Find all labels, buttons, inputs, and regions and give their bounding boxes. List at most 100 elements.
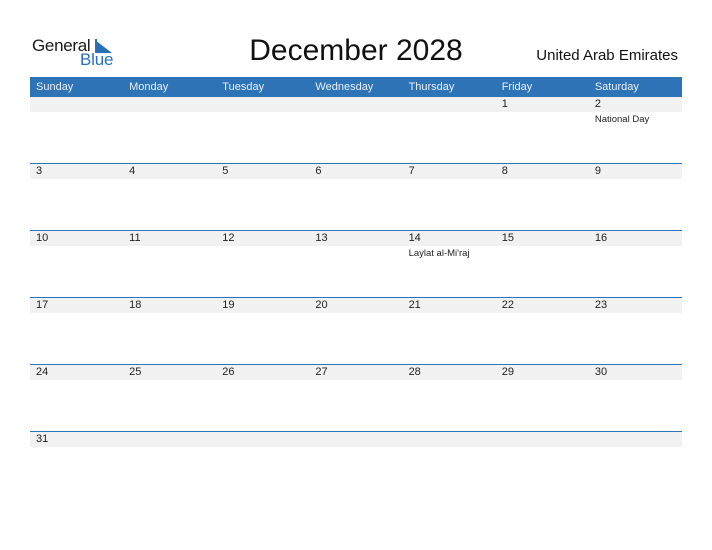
day-event [309, 313, 402, 315]
event-row [30, 179, 682, 181]
event-row [30, 380, 682, 382]
weekday-wednesday: Wednesday [315, 81, 374, 93]
day-event [496, 112, 589, 125]
day-number: 2 [594, 98, 601, 110]
country-name: United Arab Emirates [536, 47, 678, 64]
day-number: 25 [129, 366, 142, 378]
week-row: 31 [30, 431, 682, 498]
day-event [403, 112, 496, 125]
day-event [216, 246, 309, 259]
day-number: 8 [501, 165, 508, 177]
day-event [309, 179, 402, 181]
day-event [309, 246, 402, 259]
event-row: National Day [30, 112, 682, 125]
day-event [216, 380, 309, 382]
week-row: 1 2 National Day [30, 97, 682, 163]
day-event [123, 179, 216, 181]
day-number: 22 [501, 299, 514, 311]
weekday-friday: Friday [501, 81, 533, 93]
day-number: 27 [315, 366, 328, 378]
day-number: 26 [222, 366, 235, 378]
week-row: 3 4 5 6 7 8 9 [30, 163, 682, 230]
day-number-bar: 12 [30, 97, 682, 112]
day-event: National Day [594, 114, 650, 125]
day-event [403, 380, 496, 382]
day-number: 21 [408, 299, 421, 311]
weekday-tuesday: Tuesday [222, 81, 265, 93]
day-number [30, 97, 123, 112]
day-event [496, 380, 589, 382]
day-number: 28 [408, 366, 421, 378]
day-number-bar: 24 25 26 27 28 29 30 [30, 365, 682, 380]
day-number [309, 432, 402, 447]
weekday-header: Sunday Monday Tuesday Wednesday Thursday… [30, 77, 682, 97]
day-event [216, 313, 309, 315]
day-event [403, 447, 496, 449]
day-event [496, 246, 589, 259]
calendar-grid: Sunday Monday Tuesday Wednesday Thursday… [30, 77, 682, 498]
day-number [403, 97, 496, 112]
day-event [30, 447, 123, 449]
day-event [216, 112, 309, 125]
day-event [30, 112, 123, 125]
day-event [309, 380, 402, 382]
day-event [123, 447, 216, 449]
day-event [403, 179, 496, 181]
event-row [30, 313, 682, 315]
day-number [309, 97, 402, 112]
day-number: 16 [594, 232, 608, 244]
day-event [123, 246, 216, 259]
day-number: 19 [222, 299, 235, 311]
day-event [589, 246, 682, 259]
day-event [123, 313, 216, 315]
day-number: 11 [129, 232, 141, 244]
day-event [589, 447, 682, 449]
day-number: 31 [36, 433, 49, 445]
day-event [216, 447, 309, 449]
weekday-sunday: Sunday [36, 81, 74, 93]
day-number [216, 97, 309, 112]
day-event [309, 112, 402, 125]
week-row: 17 18 19 20 21 22 23 [30, 297, 682, 364]
day-number: 10 [36, 232, 49, 244]
day-number: 12 [222, 232, 235, 244]
day-number: 14 [408, 232, 421, 244]
day-event [589, 313, 682, 315]
day-event [123, 380, 216, 382]
day-number: 29 [501, 366, 514, 378]
day-event [30, 380, 123, 382]
day-number: 5 [222, 165, 229, 177]
day-number-bar: 10 11 12 13 14 15 16 [30, 231, 682, 246]
day-event: Laylat al-Mi'raj [408, 248, 470, 259]
weeks-container: 1 2 National Day 3 4 5 6 7 8 9 10 11 12 13 14 15 16 Layla… [30, 97, 682, 498]
day-number [496, 432, 589, 447]
day-number: 4 [129, 165, 136, 177]
day-number: 13 [315, 232, 328, 244]
day-number: 15 [501, 232, 514, 244]
day-event [123, 112, 216, 125]
day-event [403, 313, 496, 315]
day-number: 1 [501, 98, 508, 110]
day-event [589, 380, 682, 382]
day-number: 7 [408, 165, 415, 177]
day-event [216, 179, 309, 181]
day-number [216, 432, 309, 447]
event-row [30, 447, 682, 449]
weekday-saturday: Saturday [594, 81, 639, 93]
weekday-thursday: Thursday [408, 81, 455, 93]
event-row: Laylat al-Mi'raj [30, 246, 682, 259]
day-number [123, 432, 216, 447]
day-number: 23 [594, 299, 608, 311]
day-event [30, 246, 123, 259]
day-number [403, 432, 496, 447]
day-number-bar: 31 [30, 432, 682, 447]
day-number: 24 [36, 366, 49, 378]
day-event [496, 313, 589, 315]
day-number [589, 432, 682, 447]
day-number: 9 [594, 165, 601, 177]
week-row: 10 11 12 13 14 15 16 Laylat al-Mi'raj [30, 230, 682, 297]
day-number: 20 [315, 299, 328, 311]
week-row: 24 25 26 27 28 29 30 [30, 364, 682, 431]
day-event [309, 447, 402, 449]
day-event [496, 447, 589, 449]
